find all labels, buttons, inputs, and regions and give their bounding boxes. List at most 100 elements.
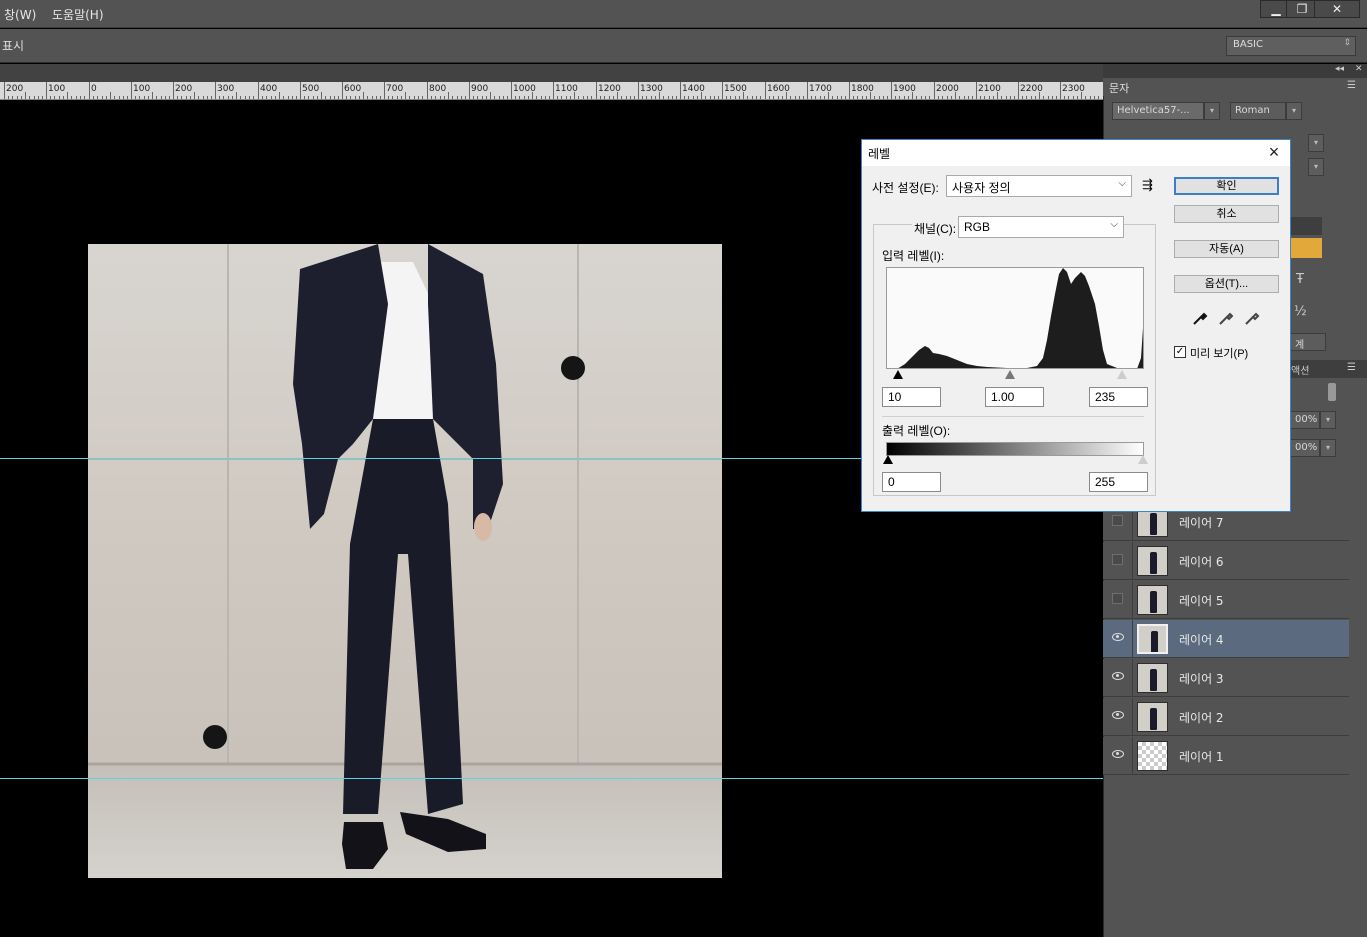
ruler-minor-tick (803, 96, 804, 99)
ruler-minor-tick (1022, 96, 1023, 99)
preset-value: 사용자 정의 (952, 181, 1011, 195)
close-icon[interactable]: × (1264, 142, 1284, 162)
input-black-slider[interactable] (893, 370, 903, 379)
ruler-label: 200 (6, 84, 24, 94)
ruler-minor-tick (304, 96, 305, 99)
menu-help[interactable]: 도움말(H) (52, 6, 104, 23)
close-window-button[interactable]: ✕ (1314, 0, 1360, 18)
input-black-field[interactable]: 10 (882, 387, 941, 407)
layer-visibility-toggle[interactable] (1103, 542, 1133, 580)
ruler-minor-tick (570, 96, 571, 99)
output-black-slider[interactable] (883, 455, 893, 464)
chevron-down-icon[interactable]: ▾ (1286, 102, 1302, 120)
ruler-minor-tick (283, 96, 284, 99)
ruler-minor-tick (626, 96, 627, 99)
layer-visibility-toggle[interactable] (1103, 698, 1133, 736)
ruler-minor-tick (499, 96, 500, 99)
panel-menu-icon[interactable]: ☰ (1347, 362, 1356, 373)
tab-actions[interactable]: 액션 (1291, 362, 1309, 377)
panel-menu-icon[interactable]: ☰ (1347, 80, 1356, 91)
layer-visibility-toggle[interactable] (1103, 581, 1133, 619)
ruler-minor-tick (1081, 92, 1082, 99)
fraction-icon[interactable]: ½ (1294, 304, 1307, 319)
layer-row[interactable]: 레이어 2 (1103, 698, 1349, 736)
ruler-minor-tick (938, 96, 939, 99)
layer-visibility-toggle[interactable] (1103, 659, 1133, 697)
ruler-minor-tick (955, 92, 956, 99)
lock-icon[interactable] (1328, 383, 1336, 401)
tab-character[interactable]: 문자 (1103, 78, 1143, 96)
ruler-minor-tick (1035, 96, 1036, 99)
opacity-field[interactable]: 00% (1290, 411, 1320, 429)
ruler-minor-tick (795, 96, 796, 99)
ruler-minor-tick (253, 96, 254, 99)
preset-label: 사전 설정(E): (872, 181, 939, 195)
gray-eyedropper-icon[interactable] (1218, 310, 1234, 326)
fill-field[interactable]: 00% (1290, 439, 1320, 457)
ruler-tick (427, 82, 428, 99)
output-white-slider[interactable] (1138, 455, 1148, 464)
ruler-minor-tick (313, 96, 314, 99)
ruler-minor-tick (346, 96, 347, 99)
ruler-minor-tick (828, 92, 829, 99)
ruler-minor-tick (752, 96, 753, 99)
ruler-minor-tick (38, 96, 39, 99)
chevron-down-icon[interactable]: ▾ (1308, 158, 1324, 176)
font-style-select[interactable]: Roman (1230, 102, 1286, 120)
collapse-icon[interactable]: ◂◂ (1335, 64, 1344, 74)
tracking-field[interactable] (1290, 217, 1322, 235)
input-white-slider[interactable] (1117, 370, 1127, 379)
white-eyedropper-icon[interactable] (1244, 310, 1260, 326)
preset-select[interactable]: 사용자 정의 ⌵ (946, 175, 1132, 197)
layer-row[interactable]: 레이어 3 (1103, 659, 1349, 697)
guide-line-bottom[interactable] (0, 778, 1103, 779)
chevron-down-icon[interactable]: ▾ (1308, 134, 1324, 152)
input-gamma-slider[interactable] (1005, 370, 1015, 379)
cancel-button[interactable]: 취소 (1174, 205, 1279, 223)
color-swatch[interactable] (1290, 238, 1322, 258)
input-gamma-field[interactable]: 1.00 (985, 387, 1044, 407)
layer-visibility-toggle[interactable] (1103, 737, 1133, 775)
layer-row[interactable]: 레이어 1 (1103, 737, 1349, 775)
layer-visibility-toggle[interactable] (1103, 620, 1133, 658)
options-button[interactable]: 옵션(T)... (1174, 275, 1279, 293)
output-white-field[interactable]: 255 (1089, 472, 1148, 492)
ok-button[interactable]: 확인 (1174, 177, 1279, 195)
ruler-minor-tick (574, 92, 575, 99)
channel-select[interactable]: RGB ⌵ (958, 216, 1124, 238)
updown-icon: ⇕ (1343, 38, 1351, 48)
output-black-field[interactable]: 0 (882, 472, 941, 492)
ruler-minor-tick (874, 96, 875, 99)
ruler-minor-tick (857, 96, 858, 99)
black-eyedropper-icon[interactable] (1192, 310, 1208, 326)
workspace-select[interactable]: BASIC ⇕ (1226, 36, 1356, 56)
preset-options-icon[interactable]: ⇶ (1142, 177, 1153, 193)
language-select[interactable]: 계 (1290, 333, 1326, 351)
chevron-down-icon[interactable]: ▾ (1320, 439, 1336, 457)
ruler-minor-tick (165, 96, 166, 99)
auto-button[interactable]: 자동(A) (1174, 240, 1279, 258)
ruler-tick (342, 82, 343, 99)
font-family-select[interactable]: Helvetica57-... (1112, 102, 1204, 120)
ruler-minor-tick (486, 96, 487, 99)
preview-checkbox[interactable]: ✓ (1174, 346, 1186, 358)
chevron-down-icon[interactable]: ▾ (1204, 102, 1220, 120)
layer-row[interactable]: 레이어 4 (1103, 620, 1349, 658)
ruler-minor-tick (600, 96, 601, 99)
panel-header: ◂◂ ✕ (1103, 64, 1367, 78)
chevron-down-icon[interactable]: ▾ (1320, 411, 1336, 429)
ruler-minor-tick (549, 96, 550, 99)
input-white-field[interactable]: 235 (1089, 387, 1148, 407)
ruler-tick (511, 82, 512, 99)
text-style-icon[interactable]: Ŧ (1296, 272, 1304, 287)
ruler-minor-tick (1077, 96, 1078, 99)
close-panel-icon[interactable]: ✕ (1355, 64, 1363, 74)
horizontal-ruler[interactable]: 200 100 0 100 200 300 400 500 600 700 800 900 1000 11… (0, 82, 1103, 100)
layer-row[interactable]: 레이어 5 (1103, 581, 1349, 619)
ruler-minor-tick (519, 96, 520, 99)
menu-window[interactable]: 창(W) (4, 6, 36, 23)
ruler-minor-tick (811, 96, 812, 99)
ruler-minor-tick (372, 96, 373, 99)
layer-row[interactable]: 레이어 6 (1103, 542, 1349, 580)
ruler-minor-tick (330, 96, 331, 99)
